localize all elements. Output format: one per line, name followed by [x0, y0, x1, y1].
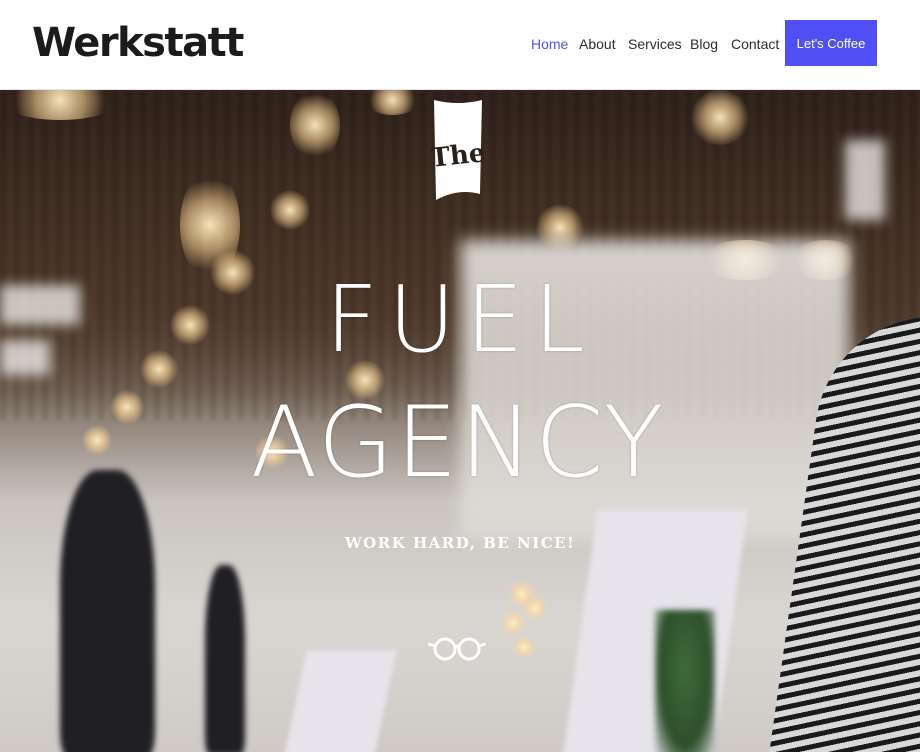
hero-title-line2: AGENCY: [250, 386, 666, 500]
background-person: [60, 470, 155, 752]
lets-coffee-button[interactable]: Let's Coffee: [785, 20, 877, 66]
background-lamp: [522, 595, 548, 621]
background-lamp: [270, 190, 310, 230]
hero-tagline: WORK HARD, BE NICE!: [344, 534, 576, 552]
nav-services[interactable]: Services: [628, 36, 682, 52]
background-lamp: [290, 90, 340, 160]
background-person: [205, 565, 245, 752]
badge-text: The: [431, 138, 485, 174]
nav-about[interactable]: About: [579, 36, 616, 52]
background-ceiling-panel: [845, 140, 885, 220]
glasses-icon: [428, 637, 486, 661]
nav-home[interactable]: Home: [531, 36, 568, 52]
background-lamp: [512, 635, 536, 659]
background-lamp: [690, 90, 750, 145]
background-lamp: [500, 610, 526, 636]
nav-blog[interactable]: Blog: [690, 36, 718, 52]
site-logo[interactable]: Werkstatt: [32, 20, 244, 66]
hero-title-line1: FUEL: [325, 266, 595, 373]
nav-contact[interactable]: Contact: [731, 36, 779, 52]
background-plant: [655, 610, 715, 752]
the-badge-logo: The: [431, 100, 485, 200]
background-seat: [283, 650, 397, 752]
site-header: Werkstatt Home About Services Blog Conta…: [0, 0, 920, 90]
